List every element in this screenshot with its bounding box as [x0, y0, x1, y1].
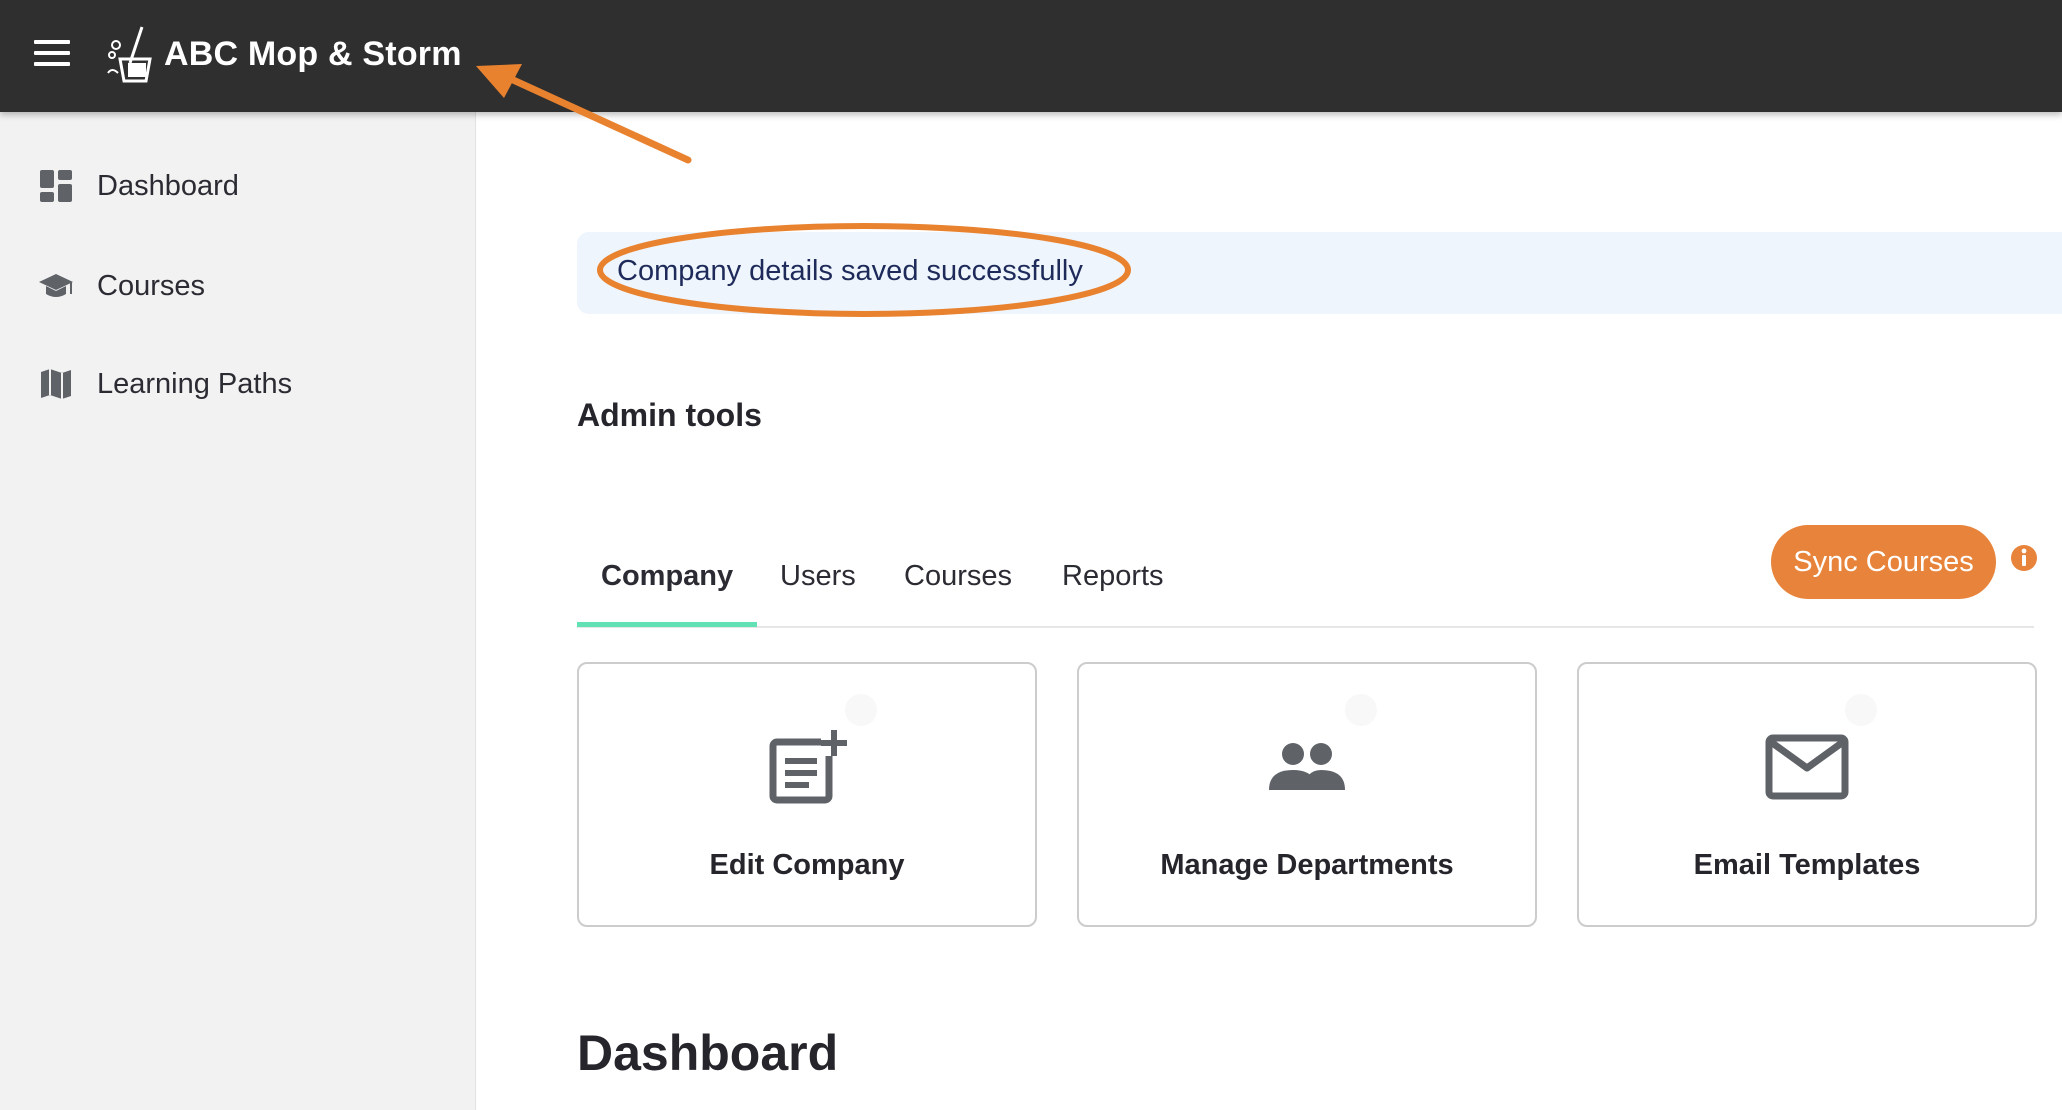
sidebar-item-label: Courses: [97, 269, 205, 302]
map-icon: [41, 369, 71, 399]
sidebar-item-label: Learning Paths: [97, 367, 293, 400]
card-label: Edit Company: [709, 849, 905, 881]
app-logo[interactable]: ABC Mop & Storm: [106, 22, 462, 86]
sync-courses-button[interactable]: Sync Courses: [1771, 525, 1996, 599]
dashboard-grid-icon: [40, 170, 72, 202]
email-templates-card[interactable]: Email Templates: [1577, 662, 2037, 927]
hamburger-menu-icon[interactable]: [34, 40, 70, 68]
sidebar-item-dashboard[interactable]: Dashboard: [0, 151, 476, 221]
mop-bucket-cloud-logo: [107, 26, 152, 83]
tab-users[interactable]: Users: [780, 560, 856, 619]
people-icon: [1269, 743, 1345, 790]
post-add-icon: [769, 726, 849, 804]
info-circle-icon[interactable]: [2010, 544, 2038, 572]
card-decoration: [845, 694, 877, 726]
card-decoration: [1845, 694, 1877, 726]
graduation-cap-icon: [39, 274, 73, 297]
top-bar: ABC Mop & Storm: [0, 0, 2062, 112]
app-name: ABC Mop & Storm: [164, 34, 462, 73]
manage-departments-card[interactable]: Manage Departments: [1077, 662, 1537, 927]
sidebar-item-courses[interactable]: Courses: [0, 251, 476, 321]
admin-tools-title: Admin tools: [577, 397, 762, 433]
card-label: Manage Departments: [1160, 849, 1454, 881]
edit-company-card[interactable]: Edit Company: [577, 662, 1037, 927]
tab-company[interactable]: Company: [601, 560, 733, 619]
alert-message: Company details saved successfully: [617, 255, 1083, 287]
envelope-icon: [1765, 734, 1849, 800]
tab-reports[interactable]: Reports: [1062, 560, 1164, 619]
active-tab-indicator: [577, 622, 757, 627]
tab-courses[interactable]: Courses: [904, 560, 1012, 619]
sidebar-item-learning-paths[interactable]: Learning Paths: [0, 349, 476, 419]
sidebar: Dashboard Courses Learning Paths: [0, 112, 476, 1110]
sidebar-item-label: Dashboard: [97, 169, 239, 202]
card-label: Email Templates: [1693, 849, 1921, 881]
card-decoration: [1345, 694, 1377, 726]
dashboard-heading: Dashboard: [577, 1025, 839, 1081]
success-alert: Company details saved successfully: [577, 232, 2062, 314]
